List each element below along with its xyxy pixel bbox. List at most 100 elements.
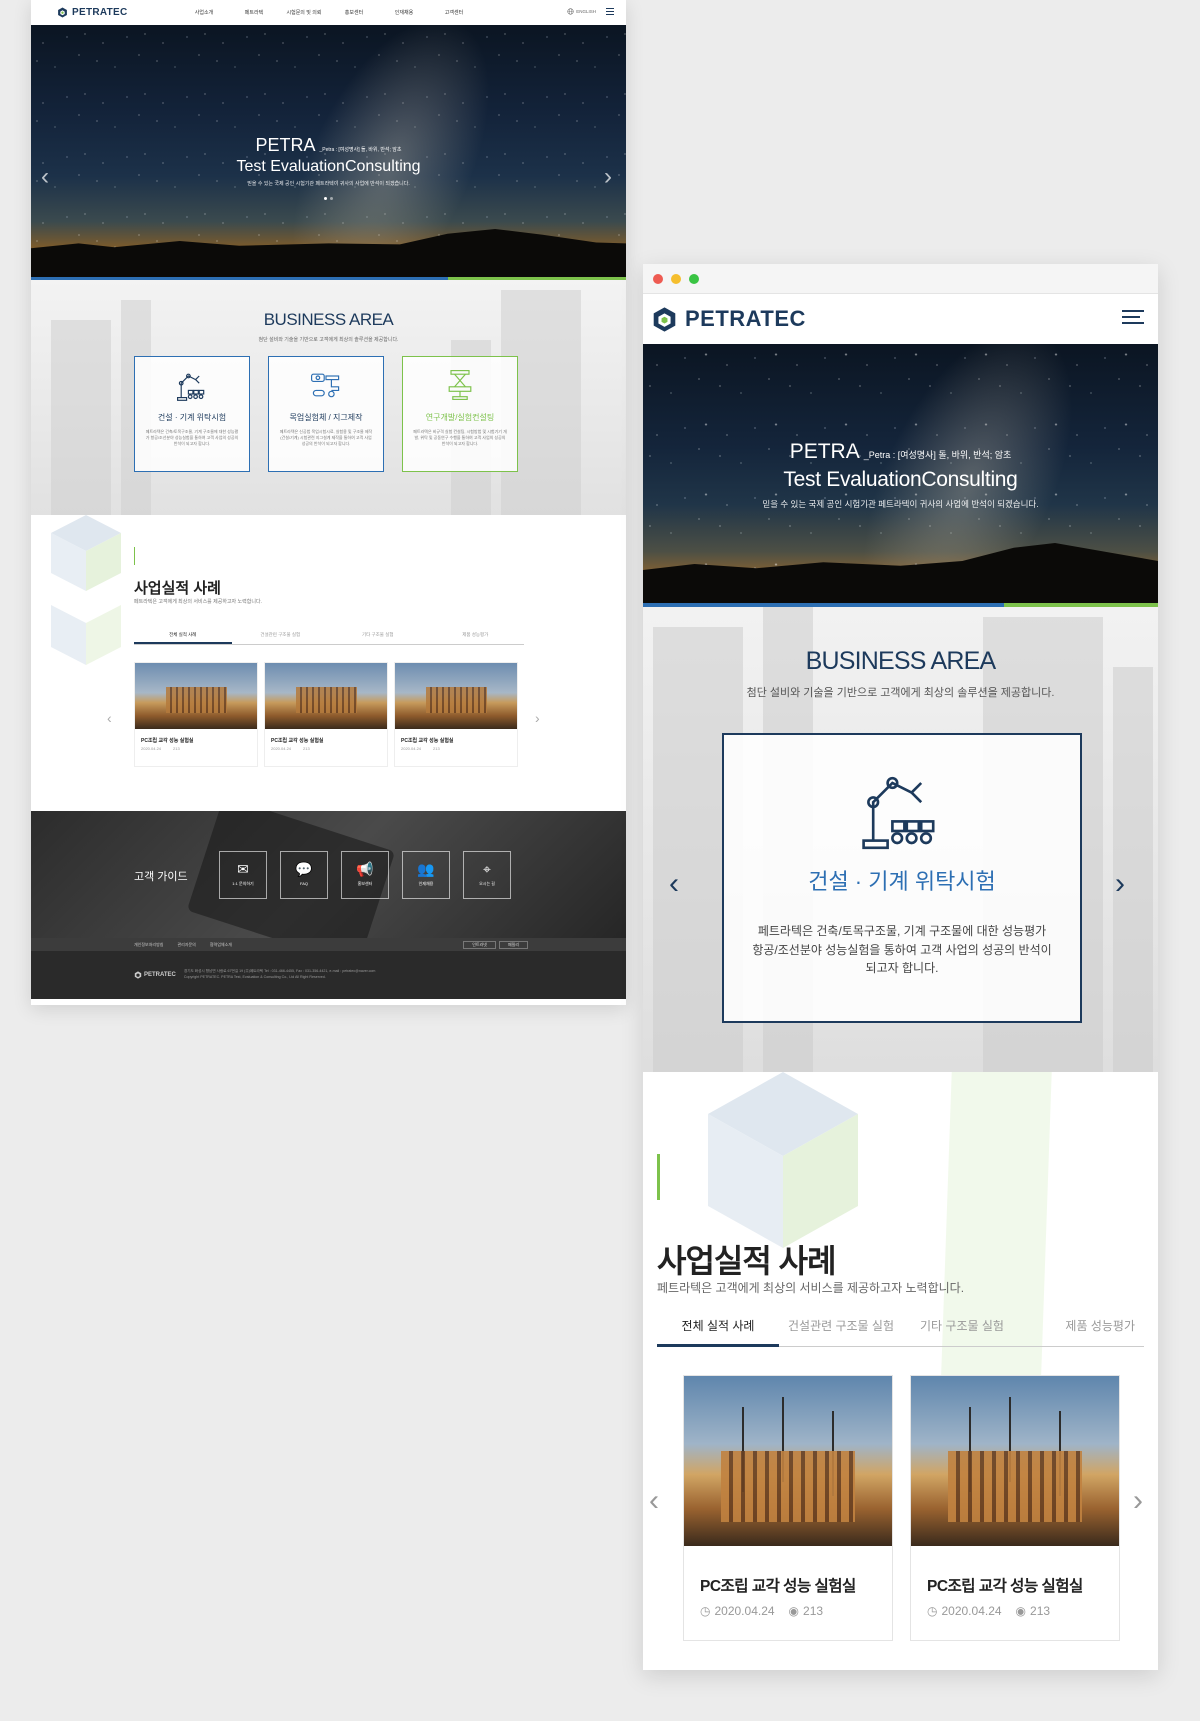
case-card-views: 213 bbox=[803, 1604, 824, 1618]
menu-item-test-inquiry[interactable]: 시험문의 및 의뢰 bbox=[279, 9, 329, 16]
business-prev-arrow-icon[interactable]: ‹ bbox=[669, 867, 679, 901]
business-area-title: BUSINESS AREA bbox=[805, 647, 996, 675]
maximize-dot-icon[interactable] bbox=[689, 273, 699, 284]
mobile-hero: PETRA _Petra : [여성명사] 돌, 바위, 반석; 암초 Test … bbox=[643, 344, 1158, 603]
chat-icon: 💬 bbox=[295, 861, 313, 877]
guide-button-inquiry[interactable]: ✉ 1:1 문의하기 bbox=[219, 851, 267, 899]
case-card-views: 213 bbox=[1030, 1604, 1051, 1618]
case-prev-arrow-icon[interactable]: ‹ bbox=[107, 710, 112, 726]
lab-equipment-icon bbox=[448, 370, 472, 400]
petratec-logo-icon bbox=[58, 7, 67, 18]
footer-link-admin[interactable]: 관리자문의 bbox=[177, 942, 195, 948]
case-card[interactable]: PC조립 교각 성능 실험실 2020.04.24 213 bbox=[264, 662, 388, 767]
guide-button-faq[interactable]: 💬 FAQ bbox=[280, 851, 328, 899]
tab-all-cases[interactable]: 전체 실적 사례 bbox=[134, 632, 232, 644]
desktop-footer: PETRATEC 경기도 화성시 향남면 사랑로 67번길 19 (주)페트라텍… bbox=[31, 951, 626, 999]
business-card-mockup[interactable]: 목업실험체 / 지그제작 페트라텍은 신공법 목업시험시료, 실험용 및 구조물… bbox=[268, 356, 384, 472]
hero-title: PETRA bbox=[255, 135, 316, 155]
mobile-hamburger-icon[interactable] bbox=[1122, 310, 1144, 328]
guide-button-label: 1:1 문의하기 bbox=[232, 881, 254, 886]
case-card-views: 213 bbox=[303, 746, 310, 751]
case-card[interactable]: PC조립 교각 성능 실험실 2020.04.24 213 bbox=[134, 662, 258, 767]
megaphone-icon: 📢 bbox=[356, 861, 374, 877]
case-accent-bar bbox=[134, 547, 135, 565]
tab-construction-structures[interactable]: 건설관련 구조물 실험 bbox=[232, 632, 330, 644]
case-photo bbox=[135, 663, 257, 729]
desktop-main-menu: 사업소개 페트라텍 시험문의 및 의뢰 홍보센터 인재채용 고객센터 bbox=[179, 0, 479, 25]
case-next-arrow-icon[interactable]: › bbox=[1133, 1484, 1143, 1518]
tab-all-cases[interactable]: 전체 실적 사례 bbox=[657, 1317, 779, 1347]
globe-icon bbox=[567, 8, 574, 15]
guide-button-label: 오시는 길 bbox=[479, 881, 495, 886]
language-switch[interactable]: ENGLISH bbox=[567, 8, 596, 15]
menu-item-pr-center[interactable]: 홍보센터 bbox=[329, 9, 379, 16]
language-label: ENGLISH bbox=[576, 9, 596, 14]
case-card-date: 2020.04.24 bbox=[271, 746, 292, 751]
desktop-hamburger-icon[interactable] bbox=[606, 8, 614, 17]
business-card-title: 연구개발/실험컨설팅 bbox=[425, 413, 495, 422]
business-area-subtitle: 첨단 설비와 기술을 기반으로 고객에게 최상의 솔루션을 제공합니다. bbox=[746, 687, 1055, 699]
tab-product-evaluation[interactable]: 제품 성능평가 bbox=[427, 632, 525, 644]
business-card-title: 건설 · 기계 위탁시험 bbox=[808, 869, 996, 894]
menu-item-petratec[interactable]: 페트라텍 bbox=[229, 9, 279, 16]
menu-item-business[interactable]: 사업소개 bbox=[179, 9, 229, 16]
menu-item-customer-center[interactable]: 고객센터 bbox=[429, 9, 479, 16]
mobile-business-area: BUSINESS AREA 첨단 설비와 기술을 기반으로 고객에게 최상의 솔… bbox=[643, 607, 1158, 1072]
mobile-header: PETRATEC bbox=[643, 294, 1158, 344]
case-next-arrow-icon[interactable]: › bbox=[535, 710, 540, 726]
jig-machine-icon bbox=[311, 373, 340, 398]
tab-other-structures[interactable]: 기타 구조물 실험 bbox=[329, 632, 427, 644]
guide-button-location[interactable]: ⌖ 오시는 길 bbox=[463, 851, 511, 899]
family-site-select[interactable]: 패밀리 bbox=[498, 941, 528, 949]
footer-logo: PETRATEC bbox=[134, 971, 176, 979]
footer-link-privacy[interactable]: 개인정보처리방침 bbox=[134, 942, 163, 948]
business-card-construction[interactable]: 건설 · 기계 위탁시험 페트라텍은 건축/토목구조물, 기계 구조물에 대한 … bbox=[722, 733, 1082, 1023]
business-area-subtitle: 첨단 설비와 기술을 기반으로 고객에게 최상의 솔루션을 제공합니다. bbox=[258, 337, 399, 343]
case-card-views: 213 bbox=[173, 746, 180, 751]
case-card-date: 2020.04.24 bbox=[714, 1604, 775, 1618]
case-card[interactable]: PC조립 교각 성능 실험실 ◷ 2020.04.24 ◉ 213 bbox=[683, 1375, 893, 1641]
people-icon: 👥 bbox=[417, 861, 435, 877]
case-section-subtitle: 페트라텍은 고객에게 최상의 서비스를 제공하고자 노력합니다. bbox=[657, 1281, 965, 1295]
case-tabs: 전체 실적 사례 건설관련 구조물 실험 기타 구조물 실험 제품 성능평가 bbox=[657, 1317, 1144, 1347]
petratec-logo-icon bbox=[653, 306, 676, 332]
customer-guide-section: 고객 가이드 ✉ 1:1 문의하기 💬 FAQ 📢 홍보센터 👥 인재채용 ⌖ 오시는 길 bbox=[31, 811, 626, 938]
business-card-research[interactable]: 연구개발/실험컨설팅 페트라텍은 비규격 실험 컨설팅, 시험방법 및 시험기기… bbox=[402, 356, 518, 472]
desktop-logo[interactable]: PETRATEC bbox=[57, 7, 128, 18]
hero-pagination bbox=[31, 197, 626, 200]
footer-copyright: Copyright PETRATEC. PETRA Test, Evaluati… bbox=[183, 975, 326, 979]
business-card-desc: 페트라텍은 건축/토목구조물, 기계 구조물에 대한 성능평가 항공/조선분야 … bbox=[752, 924, 1052, 976]
business-card-desc: 페트라텍은 비규격 실험 컨설팅, 시험방법 및 시험기기 개발, 위탁 및 공… bbox=[413, 429, 507, 446]
case-accent-bar bbox=[657, 1154, 660, 1200]
case-card-date: 2020.04.24 bbox=[141, 746, 162, 751]
business-card-title: 건설 · 기계 위탁시험 bbox=[157, 413, 227, 422]
minimize-dot-icon[interactable] bbox=[671, 273, 681, 284]
mobile-mockup: PETRATEC PETRA _Petra : [여성명사] 돌, 바위, 반석;… bbox=[643, 264, 1158, 1670]
business-card-desc: 페트라텍은 건축/토목구조물, 기계 구조물에 대한 성능평가 항공/조선분야 … bbox=[145, 429, 239, 446]
case-photo bbox=[265, 663, 387, 729]
case-card[interactable]: PC조립 교각 성능 실험실 ◷ 2020.04.24 ◉ 213 bbox=[910, 1375, 1120, 1641]
tab-product-evaluation[interactable]: 제품 성능평가 bbox=[1021, 1317, 1141, 1346]
mobile-logo[interactable]: PETRATEC bbox=[651, 306, 806, 333]
business-next-arrow-icon[interactable]: › bbox=[1115, 867, 1125, 901]
footer-link-partners[interactable]: 협력업체소개 bbox=[210, 942, 232, 948]
tab-construction-structures[interactable]: 건설관련 구조물 실험 bbox=[779, 1317, 903, 1346]
clock-icon: ◷ bbox=[700, 1604, 711, 1618]
case-prev-arrow-icon[interactable]: ‹ bbox=[649, 1484, 659, 1518]
menu-item-recruit[interactable]: 인재채용 bbox=[379, 9, 429, 16]
tab-other-structures[interactable]: 기타 구조물 실험 bbox=[903, 1317, 1021, 1346]
browser-window-controls bbox=[643, 264, 1158, 294]
desktop-header: PETRATEC 사업소개 페트라텍 시험문의 및 의뢰 홍보센터 인재채용 고… bbox=[31, 0, 626, 25]
hero-dot-2[interactable] bbox=[330, 197, 333, 200]
case-card[interactable]: PC조립 교각 성능 실험실 2020.04.24 213 bbox=[394, 662, 518, 767]
case-card-title: PC조립 교각 성능 실험실 bbox=[401, 738, 454, 744]
close-dot-icon[interactable] bbox=[653, 273, 663, 284]
hero-dot-1[interactable] bbox=[324, 197, 327, 200]
decorative-cube-icon bbox=[51, 515, 121, 665]
business-card-construction[interactable]: 건설 · 기계 위탁시험 페트라텍은 건축/토목구조물, 기계 구조물에 대한 … bbox=[134, 356, 250, 472]
guide-button-recruit[interactable]: 👥 인재채용 bbox=[402, 851, 450, 899]
desktop-case-section: 사업실적 사례 페트라텍은 고객에게 최상의 서비스를 제공하고자 노력합니다.… bbox=[31, 515, 626, 811]
guide-button-pr[interactable]: 📢 홍보센터 bbox=[341, 851, 389, 899]
intranet-select[interactable]: 인트라넷 bbox=[463, 941, 496, 949]
map-pin-icon: ⌖ bbox=[483, 861, 491, 877]
